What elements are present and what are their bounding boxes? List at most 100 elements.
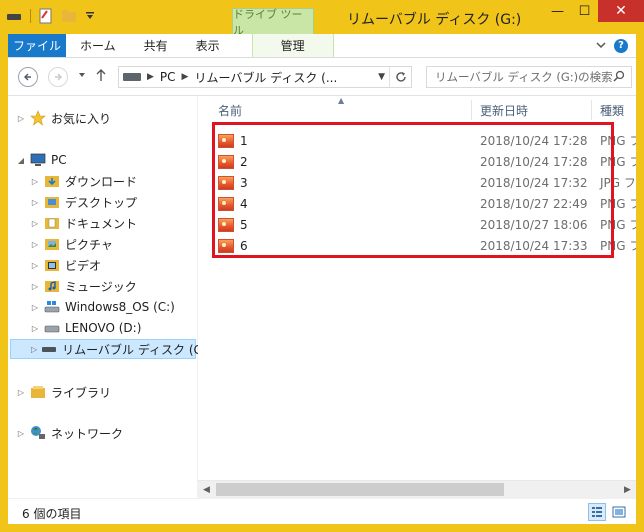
file-row[interactable]: 1 2018/10/24 17:28 PNG ファ xyxy=(198,130,636,151)
expand-arrow-icon[interactable]: ▷ xyxy=(16,388,26,397)
tree-item-downloads[interactable]: ▷ ダウンロード xyxy=(30,171,137,191)
large-icons-view-button[interactable] xyxy=(610,503,628,521)
tree-item-pc[interactable]: ◢ PC xyxy=(16,150,67,170)
file-type: PNG ファ xyxy=(600,218,636,232)
file-name: 1 xyxy=(240,133,248,148)
file-name: 2 xyxy=(240,154,248,169)
expand-arrow-icon[interactable]: ▷ xyxy=(30,219,40,228)
expand-arrow-icon[interactable]: ▷ xyxy=(16,429,26,438)
file-list-pane: ▲ 名前 更新日時 種類 1 2018/10/24 17:28 PNG ファ 2… xyxy=(198,96,636,498)
libraries-icon xyxy=(30,384,46,400)
file-row[interactable]: 5 2018/10/27 18:06 PNG ファ xyxy=(198,214,636,235)
expand-arrow-icon[interactable]: ▷ xyxy=(30,261,40,270)
details-view-button[interactable] xyxy=(588,503,606,521)
expand-arrow-icon[interactable]: ▷ xyxy=(30,282,40,291)
column-header-row: ▲ 名前 更新日時 種類 xyxy=(198,96,636,120)
tree-item-removable-drive[interactable]: ▷ リムーバブル ディスク (G:) xyxy=(10,339,212,359)
tree-item-favorites[interactable]: ▷ お気に入り xyxy=(16,108,111,128)
file-type: PNG ファ xyxy=(600,197,636,211)
expand-arrow-icon[interactable]: ▷ xyxy=(30,198,40,207)
windows-drive-icon xyxy=(44,299,60,315)
caption-buttons: — ☐ ✕ xyxy=(544,0,644,22)
details-view-icon xyxy=(592,507,602,517)
removable-drive-icon xyxy=(123,73,141,81)
window-title: リムーバブル ディスク (G:) xyxy=(347,12,522,28)
back-button[interactable] xyxy=(18,67,38,87)
breadcrumb-pc[interactable]: PC xyxy=(160,70,176,84)
tab-manage[interactable]: 管理 xyxy=(251,34,334,57)
address-history-icon[interactable]: ▼ xyxy=(378,72,385,82)
image-file-icon xyxy=(218,196,234,211)
horizontal-scrollbar[interactable]: ◀ ▶ xyxy=(198,480,636,498)
tab-home[interactable]: ホーム xyxy=(66,34,130,57)
status-bar: 6 個の項目 xyxy=(8,498,636,524)
recent-locations-icon[interactable] xyxy=(78,70,86,81)
tree-item-windows-drive[interactable]: ▷ Windows8_OS (C:) xyxy=(30,297,175,317)
collapse-arrow-icon[interactable]: ◢ xyxy=(16,156,26,165)
up-arrow-icon[interactable] xyxy=(96,68,106,85)
close-button[interactable]: ✕ xyxy=(598,0,644,22)
tab-share[interactable]: 共有 xyxy=(130,34,182,57)
column-header-type[interactable]: 種類 xyxy=(592,100,636,120)
tree-item-label: デスクトップ xyxy=(65,195,138,210)
scroll-right-icon[interactable]: ▶ xyxy=(619,481,636,498)
tree-item-lenovo-drive[interactable]: ▷ LENOVO (D:) xyxy=(30,318,141,338)
file-row[interactable]: 2 2018/10/24 17:28 PNG ファ xyxy=(198,151,636,172)
content-area: ▷ お気に入り ◢ PC ▷ ダウンロード ▷ デスクトップ ▷ ドキュメント … xyxy=(8,96,636,498)
tree-item-network[interactable]: ▷ ネットワーク xyxy=(16,423,123,443)
chevron-down-icon[interactable] xyxy=(596,39,606,52)
tab-file[interactable]: ファイル xyxy=(8,34,66,57)
videos-folder-icon xyxy=(44,257,60,273)
tree-item-label: ドキュメント xyxy=(65,216,138,231)
expand-arrow-icon[interactable]: ▷ xyxy=(16,114,26,123)
tree-item-label: LENOVO (D:) xyxy=(65,321,142,335)
breadcrumb-current[interactable]: リムーバブル ディスク (... xyxy=(194,69,337,86)
breadcrumb-separator-icon[interactable]: ▶ xyxy=(182,72,189,82)
tree-item-label: リムーバブル ディスク (G:) xyxy=(62,342,212,357)
properties-icon[interactable] xyxy=(39,8,53,24)
scroll-left-icon[interactable]: ◀ xyxy=(198,481,215,498)
expand-arrow-icon[interactable]: ▷ xyxy=(31,345,37,354)
title-bar: ドライブ ツール リムーバブル ディスク (G:) — ☐ ✕ xyxy=(0,0,644,37)
tree-item-videos[interactable]: ▷ ビデオ xyxy=(30,255,101,275)
maximize-button[interactable]: ☐ xyxy=(571,0,598,22)
large-icons-view-icon xyxy=(612,506,626,518)
customize-toolbar-icon[interactable] xyxy=(85,11,95,21)
address-bar[interactable]: ▶ PC ▶ リムーバブル ディスク (... ▼ xyxy=(118,66,412,88)
search-icon[interactable] xyxy=(613,70,625,85)
scrollbar-thumb[interactable] xyxy=(216,483,504,496)
tab-view[interactable]: 表示 xyxy=(182,34,234,57)
expand-arrow-icon[interactable]: ▷ xyxy=(30,303,40,312)
tree-item-label: ライブラリ xyxy=(51,385,112,400)
documents-folder-icon xyxy=(44,215,60,231)
expand-arrow-icon[interactable]: ▷ xyxy=(30,177,40,186)
file-row[interactable]: 6 2018/10/24 17:33 PNG ファ xyxy=(198,235,636,256)
file-name: 6 xyxy=(240,238,248,253)
image-file-icon xyxy=(218,133,234,148)
forward-button[interactable] xyxy=(48,67,68,87)
file-name: 3 xyxy=(240,175,248,190)
file-name: 5 xyxy=(240,217,248,232)
expand-arrow-icon[interactable]: ▷ xyxy=(30,240,40,249)
minimize-button[interactable]: — xyxy=(544,0,571,22)
context-tab-group-label: ドライブ ツール xyxy=(232,8,314,37)
tree-item-desktop[interactable]: ▷ デスクトップ xyxy=(30,192,137,212)
column-header-name[interactable]: 名前 xyxy=(198,100,472,120)
tree-item-music[interactable]: ▷ ミュージック xyxy=(30,276,137,296)
column-header-date[interactable]: 更新日時 xyxy=(472,100,592,120)
file-row[interactable]: 3 2018/10/24 17:32 JPG ファ xyxy=(198,172,636,193)
tree-item-documents[interactable]: ▷ ドキュメント xyxy=(30,213,137,233)
file-row[interactable]: 4 2018/10/27 22:49 PNG ファ xyxy=(198,193,636,214)
file-type: PNG ファ xyxy=(600,155,636,169)
toolbar-separator xyxy=(30,9,31,23)
breadcrumb-separator-icon[interactable]: ▶ xyxy=(147,72,154,82)
tree-item-libraries[interactable]: ▷ ライブラリ xyxy=(16,382,111,402)
tree-item-label: ネットワーク xyxy=(51,426,124,441)
tree-item-pictures[interactable]: ▷ ピクチャ xyxy=(30,234,113,254)
navigation-bar: ▶ PC ▶ リムーバブル ディスク (... ▼ リムーバブル ディスク (G… xyxy=(8,58,636,96)
refresh-icon[interactable] xyxy=(389,67,411,87)
help-button[interactable]: ? xyxy=(614,38,628,53)
new-folder-icon[interactable] xyxy=(61,9,77,23)
search-input[interactable]: リムーバブル ディスク (G:)の検索 xyxy=(426,66,632,88)
expand-arrow-icon[interactable]: ▷ xyxy=(30,324,40,333)
